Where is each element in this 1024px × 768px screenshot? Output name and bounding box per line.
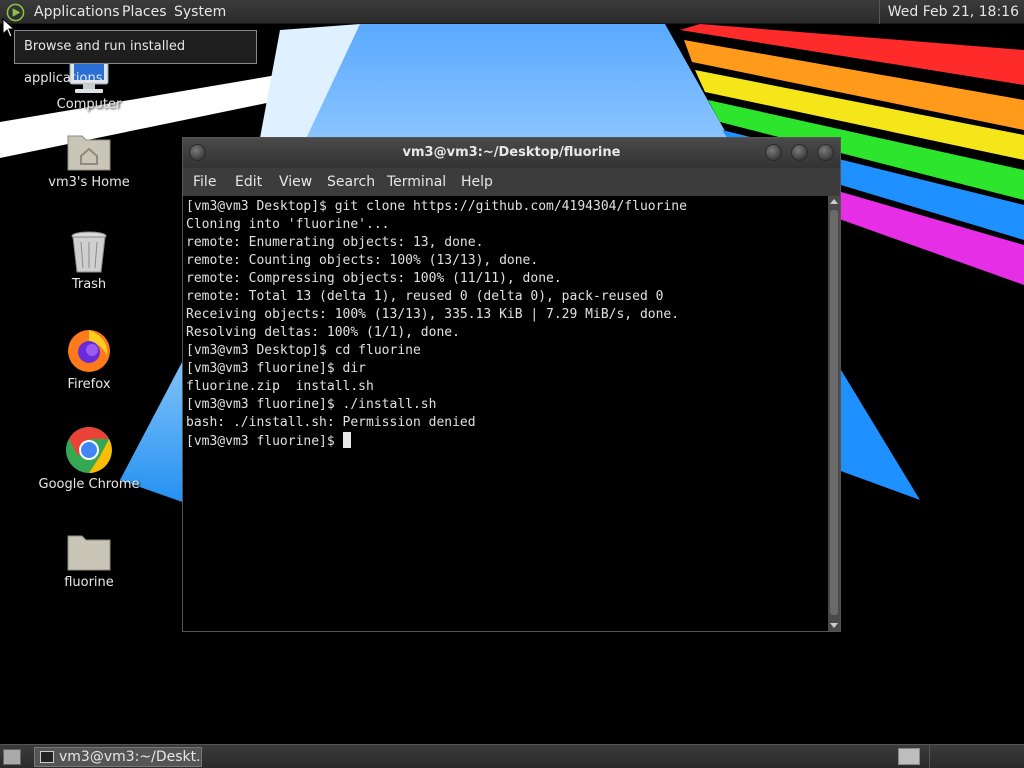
panel-tray: [929, 745, 1024, 768]
desktop-icon-label: Firefox: [67, 377, 111, 392]
terminal-line: Resolving deltas: 100% (1/1), done.: [186, 325, 460, 340]
desktop: Applications Places System Wed Feb 21, 1…: [0, 0, 1024, 768]
desktop-icon-trash[interactable]: Trash: [24, 230, 154, 292]
terminal-line: [vm3@vm3 Desktop]$ git clone https://git…: [186, 199, 687, 214]
terminal-prompt: [vm3@vm3 fluorine]$: [186, 434, 343, 449]
terminal-line: remote: Enumerating objects: 13, done.: [186, 235, 484, 250]
clock[interactable]: Wed Feb 21, 18:16: [878, 0, 1024, 24]
minimize-button[interactable]: [765, 144, 782, 161]
places-menu[interactable]: Places: [122, 0, 167, 24]
home-folder-icon: [67, 135, 111, 171]
menu-terminal[interactable]: Terminal: [387, 168, 446, 196]
applications-tooltip: Browse and run installed applications: [14, 30, 257, 86]
terminal-menubar: File Edit View Search Terminal Help: [183, 168, 840, 196]
terminal-line: remote: Compressing objects: 100% (11/11…: [186, 271, 562, 286]
folder-icon: [67, 535, 111, 571]
desktop-icon-label: Trash: [71, 277, 107, 292]
scroll-down-arrow-icon[interactable]: [830, 623, 838, 628]
desktop-icon-label: Google Chrome: [38, 477, 140, 492]
menu-edit[interactable]: Edit: [235, 168, 262, 196]
desktop-icon-label: Computer: [56, 97, 122, 112]
chrome-icon: [66, 427, 112, 473]
close-button[interactable]: [817, 144, 834, 161]
terminal-icon: [40, 751, 54, 763]
menu-file[interactable]: File: [193, 168, 216, 196]
terminal-output[interactable]: [vm3@vm3 Desktop]$ git clone https://git…: [183, 196, 828, 631]
desktop-icon-fluorine[interactable]: fluorine: [24, 530, 154, 590]
menu-search[interactable]: Search: [327, 168, 375, 196]
top-panel: Applications Places System Wed Feb 21, 1…: [0, 0, 1024, 24]
maximize-button[interactable]: [791, 144, 808, 161]
terminal-line: fluorine.zip install.sh: [186, 379, 374, 394]
terminal-prompt-line: [vm3@vm3 fluorine]$: [186, 432, 828, 450]
desktop-icon-home[interactable]: vm3's Home: [24, 130, 154, 190]
terminal-line: Receiving objects: 100% (13/13), 335.13 …: [186, 307, 680, 322]
desktop-icon-chrome[interactable]: Google Chrome: [24, 426, 154, 492]
terminal-cursor: [342, 432, 351, 448]
show-desktop-icon[interactable]: [3, 749, 21, 765]
terminal-line: [vm3@vm3 fluorine]$ dir: [186, 361, 367, 376]
terminal-line: Cloning into 'fluorine'...: [186, 217, 390, 232]
terminal-line: [vm3@vm3 fluorine]$ ./install.sh: [186, 397, 437, 412]
window-titlebar[interactable]: vm3@vm3:~/Desktop/fluorine: [183, 138, 840, 168]
applications-menu[interactable]: Applications: [34, 0, 120, 24]
menu-view[interactable]: View: [279, 168, 312, 196]
desktop-icon-label: fluorine: [64, 575, 114, 590]
terminal-line: bash: ./install.sh: Permission denied: [186, 415, 476, 430]
mouse-pointer-icon: [2, 18, 14, 38]
firefox-icon: [68, 330, 110, 372]
scroll-up-arrow-icon[interactable]: [830, 199, 838, 204]
scrollbar-thumb[interactable]: [830, 210, 838, 615]
window-title: vm3@vm3:~/Desktop/fluorine: [402, 145, 621, 160]
desktop-icon-label: vm3's Home: [48, 175, 130, 190]
terminal-scrollbar[interactable]: [828, 196, 840, 631]
window-menu-button[interactable]: [189, 144, 206, 161]
terminal-window: vm3@vm3:~/Desktop/fluorine File Edit Vie…: [182, 137, 841, 632]
terminal-line: remote: Total 13 (delta 1), reused 0 (de…: [186, 289, 664, 304]
terminal-line: [vm3@vm3 Desktop]$ cd fluorine: [186, 343, 421, 358]
trash-icon: [71, 231, 107, 273]
terminal-line: remote: Counting objects: 100% (13/13), …: [186, 253, 539, 268]
system-menu[interactable]: System: [174, 0, 226, 24]
taskbar-terminal-button[interactable]: vm3@vm3:~/Deskt...: [34, 747, 202, 767]
menu-help[interactable]: Help: [461, 168, 493, 196]
workspace-switcher[interactable]: [898, 748, 920, 765]
bottom-panel: vm3@vm3:~/Deskt...: [0, 744, 1024, 768]
taskbar-label: vm3@vm3:~/Deskt...: [59, 749, 202, 765]
desktop-icon-firefox[interactable]: Firefox: [24, 326, 154, 392]
